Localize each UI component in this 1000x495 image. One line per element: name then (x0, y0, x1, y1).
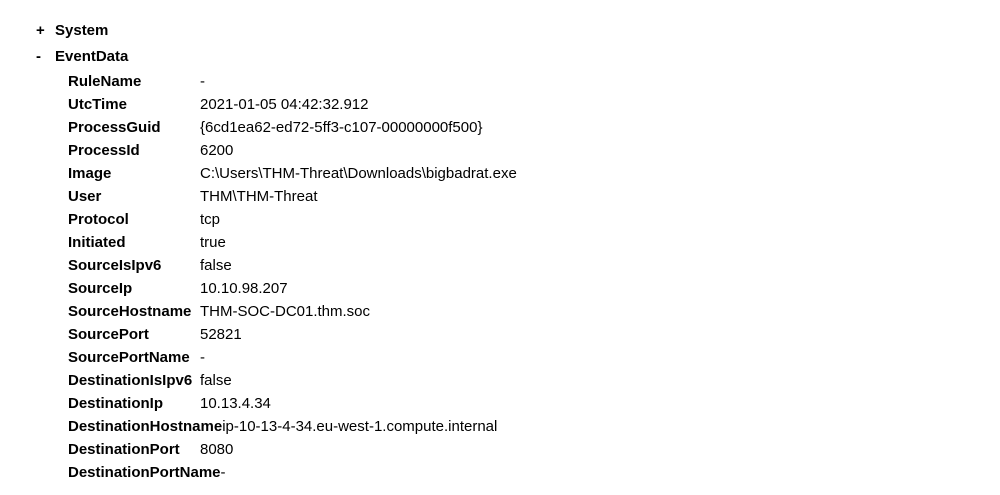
field-value: C:\Users\THM-Threat\Downloads\bigbadrat.… (200, 165, 517, 182)
field-value: true (200, 234, 226, 251)
field-value: false (200, 372, 232, 389)
field-protocol: Protocol tcp (68, 208, 517, 231)
field-destinationisipv6: DestinationIsIpv6 false (68, 369, 517, 392)
field-key: Image (68, 165, 112, 182)
field-key: DestinationPort (68, 441, 180, 458)
collapse-toggle[interactable]: - (36, 48, 55, 65)
event-xml-tree: + System - EventData RuleName - UtcTime … (0, 0, 1000, 495)
field-key: RuleName (68, 73, 142, 90)
field-value: 8080 (200, 441, 234, 458)
field-value: 6200 (200, 142, 234, 159)
field-key: UtcTime (68, 96, 127, 113)
field-destinationip: DestinationIp 10.13.4.34 (68, 392, 517, 415)
system-node[interactable]: + System (36, 19, 108, 41)
field-sourceisipv6: SourceIsIpv6 false (68, 254, 517, 277)
field-value: - (200, 73, 205, 90)
eventdata-node-label: EventData (55, 47, 129, 65)
field-value: THM\THM-Threat (200, 188, 318, 205)
field-key: SourcePort (68, 326, 149, 343)
field-destinationhostname: DestinationHostname ip-10-13-4-34.eu-wes… (68, 415, 517, 438)
field-key: ProcessId (68, 142, 140, 159)
field-sourceip: SourceIp 10.10.98.207 (68, 277, 517, 300)
field-processguid: ProcessGuid {6cd1ea62-ed72-5ff3-c107-000… (68, 116, 517, 139)
field-destinationport: DestinationPort 8080 (68, 438, 517, 461)
field-value: false (200, 257, 232, 274)
field-value: THM-SOC-DC01.thm.soc (200, 303, 371, 320)
field-key: DestinationIsIpv6 (68, 372, 193, 389)
field-key: Initiated (68, 234, 126, 251)
field-user: User THM\THM-Threat (68, 185, 517, 208)
system-node-label: System (55, 21, 109, 39)
field-key: SourceIp (68, 280, 133, 297)
field-value: tcp (200, 211, 221, 228)
field-processid: ProcessId 6200 (68, 139, 517, 162)
field-key: ProcessGuid (68, 119, 161, 136)
field-initiated: Initiated true (68, 231, 517, 254)
field-sourceport: SourcePort 52821 (68, 323, 517, 346)
field-value: {6cd1ea62-ed72-5ff3-c107-00000000f500} (200, 119, 483, 136)
field-key: SourceIsIpv6 (68, 257, 162, 274)
field-value: ip-10-13-4-34.eu-west-1.compute.internal (222, 418, 498, 435)
field-destinationportname: DestinationPortName - (68, 461, 517, 484)
field-key: DestinationPortName (68, 464, 221, 481)
field-value: - (220, 464, 226, 481)
field-key: SourceHostname (68, 303, 192, 320)
field-key: DestinationIp (68, 395, 164, 412)
field-utctime: UtcTime 2021-01-05 04:42:32.912 (68, 93, 517, 116)
field-value: - (200, 349, 205, 366)
field-key: DestinationHostname (68, 418, 223, 435)
field-value: 10.13.4.34 (200, 395, 271, 412)
field-sourceportname: SourcePortName - (68, 346, 517, 369)
field-value: 52821 (200, 326, 242, 343)
eventdata-node[interactable]: - EventData (36, 45, 128, 67)
field-key: User (68, 188, 102, 205)
field-value: 2021-01-05 04:42:32.912 (200, 96, 369, 113)
expand-toggle[interactable]: + (36, 22, 55, 39)
field-sourcehostname: SourceHostname THM-SOC-DC01.thm.soc (68, 300, 517, 323)
field-key: SourcePortName (68, 349, 190, 366)
field-key: Protocol (68, 211, 129, 228)
field-image: Image C:\Users\THM-Threat\Downloads\bigb… (68, 162, 517, 185)
field-value: 10.10.98.207 (200, 280, 288, 297)
field-rulename: RuleName - (68, 70, 517, 93)
eventdata-fields: RuleName - UtcTime 2021-01-05 04:42:32.9… (68, 70, 517, 484)
